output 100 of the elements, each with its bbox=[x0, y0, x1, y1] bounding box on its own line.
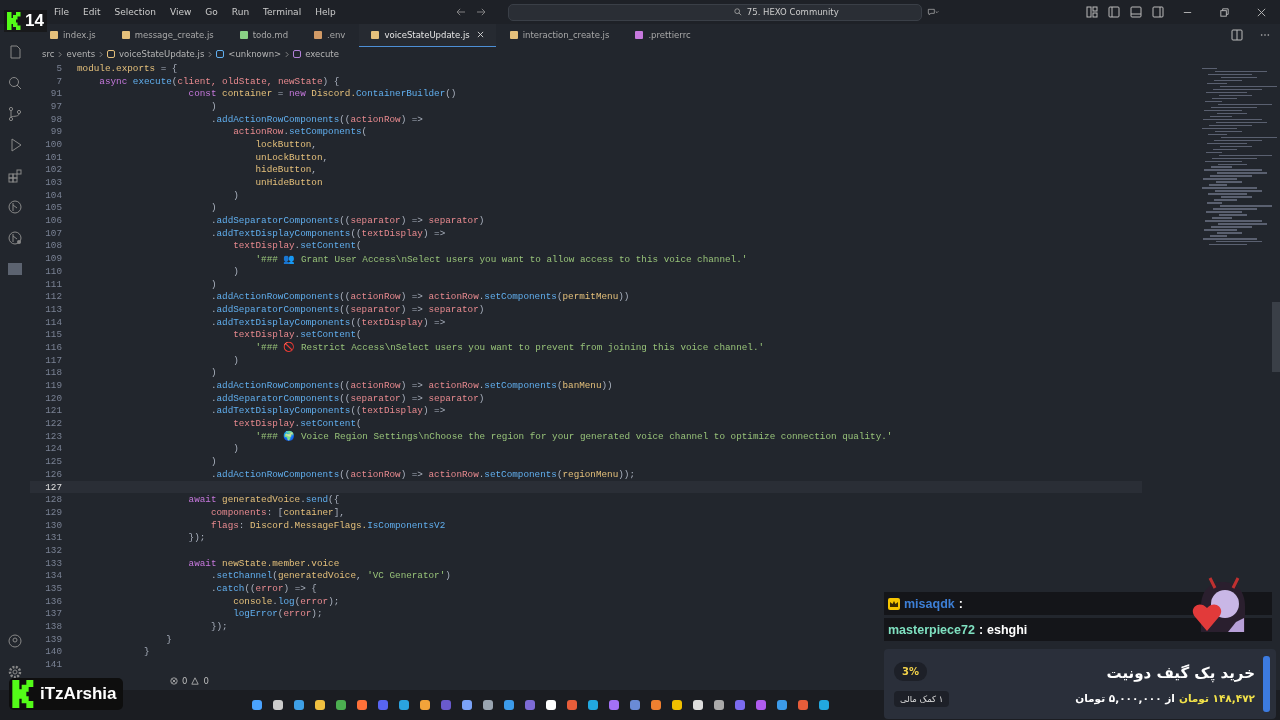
line-number: 5 bbox=[55, 62, 63, 74]
line-number: 115 bbox=[44, 329, 63, 341]
line-number: 128 bbox=[44, 494, 63, 506]
code-line: .addActionRowComponents((actionRow) => bbox=[209, 113, 423, 125]
split-editor-icon[interactable] bbox=[1231, 29, 1243, 41]
editor-tab[interactable]: interaction_create.js bbox=[497, 24, 622, 46]
back-arrow-icon[interactable] bbox=[455, 8, 466, 16]
code-line: ) bbox=[232, 265, 239, 277]
code-line: .addTextDisplayComponents((textDisplay) => bbox=[209, 227, 446, 239]
code-line: textDisplay.setContent( bbox=[232, 418, 362, 430]
code-line: await generatedVoice.send({ bbox=[187, 494, 340, 506]
menu-item[interactable]: Run bbox=[231, 7, 250, 17]
code-line: textDisplay.setContent( bbox=[232, 240, 362, 252]
warning-count[interactable]: 0 bbox=[203, 676, 209, 686]
taskbar-app-icon[interactable] bbox=[294, 700, 304, 710]
taskbar-app-icon[interactable] bbox=[693, 700, 703, 710]
menu-item[interactable]: Edit bbox=[83, 7, 101, 17]
line-number: 97 bbox=[49, 100, 63, 112]
channel-number: 14 bbox=[25, 11, 44, 31]
search-field[interactable]: 75. HEXO Community bbox=[507, 3, 922, 21]
taskbar-app-icon[interactable] bbox=[273, 700, 283, 710]
line-number: 113 bbox=[44, 303, 63, 315]
line-number: 104 bbox=[44, 189, 63, 201]
menu-item[interactable]: File bbox=[54, 7, 70, 17]
breadcrumb-item[interactable]: voiceStateUpdate.js bbox=[119, 49, 205, 59]
line-number: 141 bbox=[44, 659, 63, 671]
taskbar-app-icon[interactable] bbox=[462, 700, 472, 710]
more-actions-icon[interactable] bbox=[1260, 33, 1270, 37]
editor-tab[interactable]: message_create.js bbox=[109, 24, 226, 46]
menu-item[interactable]: View bbox=[170, 7, 192, 17]
taskbar-app-icon[interactable] bbox=[714, 700, 724, 710]
file-icon bbox=[50, 31, 58, 39]
taskbar-app-icon[interactable] bbox=[546, 700, 556, 710]
code-line: unHideButton bbox=[254, 177, 323, 189]
search-icon[interactable] bbox=[7, 75, 23, 91]
line-number: 137 bbox=[44, 608, 63, 620]
secondary-sidebar-icon[interactable] bbox=[1152, 6, 1164, 18]
taskbar-app-icon[interactable] bbox=[588, 700, 598, 710]
taskbar-app-icon[interactable] bbox=[819, 700, 829, 710]
raised-amount: ۱۴۸,۴۷۲ تومان bbox=[1178, 692, 1255, 704]
file-icon bbox=[371, 30, 380, 39]
breadcrumb-item[interactable]: execute bbox=[305, 49, 339, 59]
close-icon[interactable] bbox=[476, 31, 484, 38]
taskbar-app-icon[interactable] bbox=[315, 700, 325, 710]
chevron-icon bbox=[58, 50, 63, 58]
menu-item[interactable]: Go bbox=[205, 7, 218, 17]
editor-tab[interactable]: todo.md bbox=[227, 24, 301, 46]
chat-separator: : bbox=[978, 622, 984, 637]
env-file-icon[interactable] bbox=[7, 261, 23, 277]
menu-item[interactable]: Selection bbox=[114, 7, 156, 17]
editor-tab[interactable]: .env bbox=[302, 24, 358, 46]
taskbar-app-icon[interactable] bbox=[672, 700, 682, 710]
taskbar-app-icon[interactable] bbox=[483, 700, 493, 710]
layout-icon[interactable] bbox=[1086, 6, 1098, 18]
line-number: 106 bbox=[44, 215, 63, 227]
chat-icon[interactable] bbox=[926, 6, 939, 18]
line-number: 103 bbox=[44, 177, 63, 189]
code-line: logError(error); bbox=[232, 608, 323, 620]
breadcrumb-item[interactable]: <unknown> bbox=[228, 49, 282, 59]
code-line: async execute(client, oldState, newState) { bbox=[98, 75, 340, 87]
close-icon[interactable] bbox=[1256, 6, 1267, 18]
source-control-icon[interactable] bbox=[7, 106, 23, 122]
breadcrumb-item[interactable]: events bbox=[66, 49, 96, 59]
file-icon bbox=[509, 31, 518, 39]
restore-icon[interactable] bbox=[1219, 6, 1230, 18]
files-icon[interactable] bbox=[7, 44, 23, 60]
account-icon[interactable] bbox=[7, 633, 23, 649]
menu-item[interactable]: Help bbox=[315, 7, 336, 17]
taskbar-app-icon[interactable] bbox=[357, 700, 367, 710]
branch-circle-icon[interactable] bbox=[7, 199, 23, 215]
error-count[interactable]: 0 bbox=[182, 676, 188, 686]
line-number: 129 bbox=[44, 506, 63, 518]
line-number: 135 bbox=[44, 583, 63, 595]
scrollbar[interactable] bbox=[1272, 302, 1280, 372]
warning-icon[interactable] bbox=[191, 677, 200, 685]
editor-tab[interactable]: .prettierrc bbox=[623, 24, 703, 46]
sidebar-toggle-icon[interactable] bbox=[1108, 6, 1120, 18]
settings-icon[interactable] bbox=[7, 664, 23, 680]
editor-tab[interactable]: voiceStateUpdate.js bbox=[359, 23, 496, 47]
code-line: .addTextDisplayComponents((textDisplay) => bbox=[209, 405, 446, 417]
panel-toggle-icon[interactable] bbox=[1130, 6, 1142, 18]
menu-item[interactable]: Terminal bbox=[263, 7, 302, 17]
code-line: const container = new Discord.ContainerBuilder() bbox=[187, 88, 457, 100]
file-icon bbox=[635, 31, 644, 39]
code-line: components: [container], bbox=[209, 506, 345, 518]
branch-circle-icon[interactable] bbox=[7, 230, 23, 246]
breadcrumb-item[interactable]: src bbox=[42, 49, 55, 59]
forward-arrow-icon[interactable] bbox=[475, 8, 486, 16]
code-line: ) bbox=[232, 189, 239, 201]
code-line: .addSeparatorComponents((separator) => separator) bbox=[209, 215, 485, 227]
taskbar-app-icon[interactable] bbox=[399, 700, 409, 710]
code-line: '### 👥 Grant User Access\nSelect users you want to allow access to this voice channel.' bbox=[254, 252, 748, 265]
extensions-icon[interactable] bbox=[7, 168, 23, 184]
percent-badge: 3% bbox=[894, 661, 927, 681]
taskbar-app-icon[interactable] bbox=[336, 700, 346, 710]
error-icon[interactable] bbox=[170, 677, 178, 685]
code-line: lockButton, bbox=[254, 138, 317, 150]
taskbar-app-icon[interactable] bbox=[651, 700, 661, 710]
taskbar-app-icon[interactable] bbox=[252, 700, 262, 710]
taskbar-app-icon[interactable] bbox=[420, 700, 430, 710]
